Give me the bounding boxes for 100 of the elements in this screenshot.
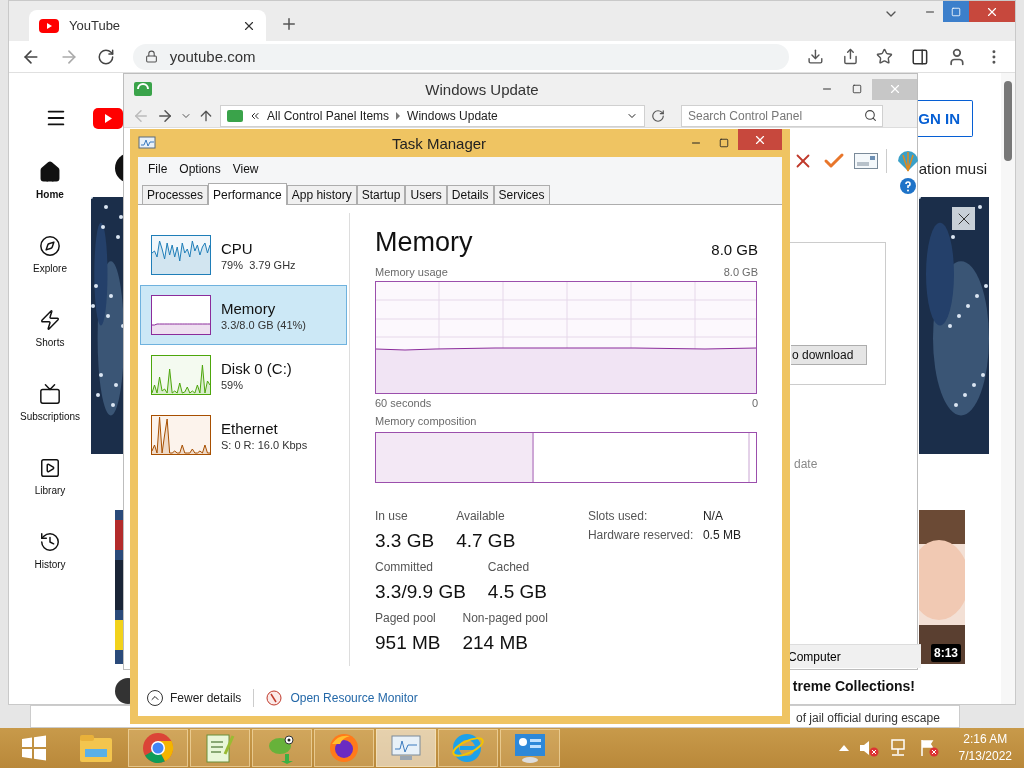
lock-icon — [144, 50, 158, 63]
stat-value: 951 MB — [375, 632, 441, 654]
fewer-details-button[interactable]: Fewer details — [147, 690, 242, 706]
detail-label: Hardware reserved: — [587, 528, 695, 542]
play-logo-icon — [39, 18, 59, 33]
sidebar-item[interactable]: History — [13, 531, 87, 605]
tray-expand-icon[interactable] — [838, 745, 849, 751]
reload-icon[interactable] — [96, 47, 115, 66]
stat-value: 4.5 GB — [487, 581, 547, 603]
detail-value: N/A — [702, 509, 724, 523]
taskbar-app[interactable] — [190, 729, 250, 767]
close-button[interactable] — [952, 207, 975, 230]
stat-value: 4.7 GB — [456, 530, 516, 552]
folder-icon — [79, 733, 113, 763]
resource-name: CPU — [221, 239, 254, 257]
resource-monitor-link[interactable]: Open Resource Monitor — [290, 691, 418, 705]
compass-icon — [39, 235, 61, 257]
resource-detail: 79% 3.79 GHz — [221, 258, 296, 271]
tv-icon — [39, 383, 61, 405]
stat-value: 3.3 GB — [375, 530, 435, 552]
stat-value: 3.3/9.9 GB — [375, 581, 466, 603]
resource-item[interactable]: Memory 3.3/8.0 GB (41%) — [140, 285, 347, 345]
resource-name: Memory — [221, 299, 277, 317]
axis-label: 8.0 GB — [723, 266, 758, 278]
chrome-icon — [142, 732, 174, 764]
share-icon[interactable] — [841, 48, 859, 65]
tab[interactable]: Details — [446, 185, 494, 204]
play-logo-icon[interactable] — [93, 107, 123, 129]
download-button[interactable]: o download — [791, 345, 867, 365]
video-title[interactable]: treme Collections! — [792, 678, 915, 704]
tab[interactable]: Users — [405, 185, 447, 204]
sidebar-item[interactable]: Explore — [13, 235, 87, 309]
download-icon[interactable] — [806, 48, 824, 65]
control-panel-icon — [513, 732, 547, 764]
maximize-button[interactable] — [943, 1, 969, 22]
play-square-icon — [39, 457, 61, 479]
side-panel-icon[interactable] — [911, 47, 930, 66]
detail-label: Slots used: — [587, 509, 649, 523]
sidebar-item[interactable]: Subscriptions — [13, 383, 87, 457]
notepad-icon — [205, 732, 235, 764]
firefox-icon — [328, 732, 360, 764]
panel-title: Memory — [375, 227, 473, 258]
sidebar-item[interactable]: Shorts — [13, 309, 87, 383]
sidebar-item[interactable]: Library — [13, 457, 87, 531]
menu-item[interactable]: View — [228, 160, 263, 178]
tab[interactable]: Startup — [356, 185, 406, 204]
stat-label: Non-paged pool — [462, 611, 548, 625]
menu-item[interactable]: File — [144, 160, 172, 178]
breadcrumb-item[interactable]: All Control Panel Items — [267, 108, 390, 123]
stat-value: 214 MB — [462, 632, 529, 654]
card-icon[interactable] — [854, 153, 878, 169]
maximize-icon — [719, 138, 729, 148]
stat-label: In use — [375, 509, 409, 523]
taskbar-app[interactable] — [314, 729, 374, 767]
axis-label: 60 seconds — [375, 397, 432, 409]
chart-label: Memory usage — [375, 266, 448, 278]
resource-item[interactable]: Ethernet S: 0 R: 16.0 Kbps — [140, 405, 347, 465]
browser-tab[interactable]: YouTube — [29, 10, 266, 41]
sidebar-item[interactable]: Home — [13, 161, 87, 235]
speaker-muted-icon[interactable] — [858, 739, 879, 757]
breadcrumb-bar[interactable]: All Control Panel Items Windows Update — [220, 104, 645, 127]
resource-item[interactable]: CPU 79% 3.79 GHz — [140, 225, 347, 285]
resource-item[interactable]: Disk 0 (C:) 59% — [140, 345, 347, 405]
memory-graph-icon — [151, 295, 211, 335]
shell-icon[interactable] — [895, 149, 921, 173]
footer-text[interactable]: Computer — [788, 649, 841, 664]
new-tab-icon[interactable] — [280, 15, 298, 33]
maximize-icon — [951, 6, 961, 17]
chart-label: Memory composition — [375, 415, 477, 427]
stat-label: Cached — [487, 560, 531, 574]
resource-name: Disk 0 (C:) — [221, 359, 292, 377]
home-icon — [39, 161, 61, 183]
chevron-icon — [395, 111, 402, 120]
breadcrumb-item[interactable]: Windows Update — [407, 108, 498, 123]
tab[interactable]: App history — [286, 185, 357, 204]
search-field[interactable]: Search Control Panel — [681, 104, 883, 127]
total-memory: 8.0 GB — [711, 241, 758, 258]
taskbar-app[interactable] — [500, 729, 560, 767]
stat-label: Available — [456, 509, 506, 523]
menu-item[interactable]: Options — [175, 160, 225, 178]
refresh-icon[interactable] — [651, 108, 665, 123]
tab[interactable]: Processes — [142, 185, 209, 204]
address-bar[interactable]: youtube.com — [132, 43, 789, 70]
resource-detail: S: 0 R: 16.0 Kbps — [221, 438, 308, 451]
flag-icon[interactable] — [918, 739, 939, 757]
ethernet-graph-icon — [151, 415, 211, 455]
internet-explorer-icon — [451, 732, 485, 764]
axis-label: 0 — [751, 397, 758, 409]
tab[interactable]: Performance — [208, 183, 287, 205]
star-icon[interactable] — [876, 48, 894, 65]
tab[interactable]: Services — [493, 185, 550, 204]
resource-name: Ethernet — [221, 419, 279, 437]
headline-text: of jail official during escape — [796, 710, 940, 724]
taskbar-app[interactable] — [128, 729, 188, 767]
history-icon — [39, 531, 61, 553]
taskbar-app[interactable] — [376, 729, 436, 767]
status-text: date — [794, 457, 819, 471]
help-icon[interactable] — [900, 178, 916, 194]
monitor-icon — [389, 733, 423, 763]
filter-chip[interactable]: ation musi — [918, 159, 987, 177]
